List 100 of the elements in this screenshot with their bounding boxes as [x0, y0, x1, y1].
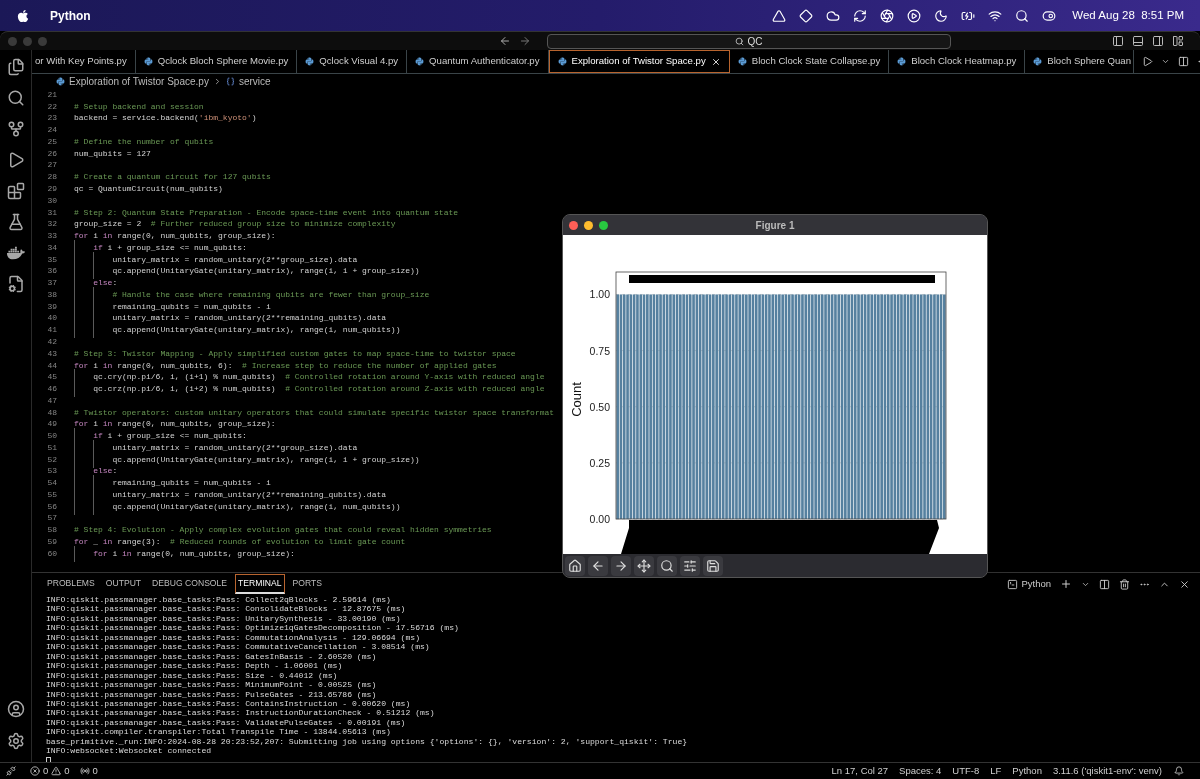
forward-button[interactable]: [611, 555, 631, 576]
editor-tab[interactable]: Quantum Authenticator.py: [407, 50, 549, 73]
line-number: 25: [46, 135, 57, 148]
status-item[interactable]: Ln 17, Col 27: [831, 763, 889, 779]
python-icon: [305, 57, 315, 66]
line-number: 42: [46, 335, 57, 348]
window-minimize-button[interactable]: [584, 220, 593, 230]
editor-tab[interactable]: Qclock Bloch Sphere Movie.py: [135, 50, 298, 73]
editor-tab[interactable]: or With Key Points.py: [32, 50, 136, 73]
toggle-icon[interactable]: [1042, 8, 1057, 23]
refresh-icon[interactable]: [853, 8, 868, 23]
wifi-icon[interactable]: [988, 8, 1003, 23]
plus-icon[interactable]: [1060, 578, 1072, 590]
triangle-icon[interactable]: [772, 8, 787, 23]
line-number: 43: [46, 347, 57, 360]
close-icon[interactable]: [1179, 578, 1190, 590]
editor-tab[interactable]: Bloch Clock Heatmap.py: [889, 50, 1026, 73]
editor-tab[interactable]: Exploration of Twistor Space.py: [548, 50, 730, 73]
line-number: 40: [46, 312, 57, 325]
file-gear-icon[interactable]: [6, 275, 25, 293]
remote-icon[interactable]: [6, 766, 16, 776]
chevron-icon[interactable]: [1161, 57, 1171, 66]
line-number: 46: [46, 383, 57, 396]
files-icon[interactable]: [6, 58, 25, 76]
terminal-line: INFO:qiskit.passmanager.base_tasks:Pass: Depth - 1.06001 (ms): [46, 661, 343, 671]
panel-tab[interactable]: TERMINAL: [235, 574, 285, 594]
code-line: # Step 4: Evolution - Apply complex evolution gates that could reveal hidden symmetries: [74, 524, 492, 537]
close-icon[interactable]: [710, 56, 721, 67]
split-editor-icon[interactable]: [1178, 56, 1190, 67]
clock[interactable]: Wed Aug 28 8:51 PM: [1072, 6, 1184, 25]
trash-icon[interactable]: [1119, 578, 1130, 590]
diamond-icon[interactable]: [799, 8, 814, 23]
breadcrumb-item[interactable]: service: [238, 74, 271, 89]
ports-button[interactable]: 0: [79, 763, 98, 779]
code-line: group_size = 2 # Further reduced group size to minimize complexity: [74, 218, 396, 231]
run-icon[interactable]: [1142, 56, 1154, 67]
line-number: 52: [46, 453, 57, 466]
line-number: 31: [46, 206, 57, 219]
line-number: 58: [46, 524, 57, 537]
code-line: qc.crz(np.pi/6, i, (i+2) % num_qubits) # Controlled rotation around Z-axis with reduced angle: [74, 383, 545, 396]
bell-icon[interactable]: [1174, 766, 1184, 776]
extensions-icon[interactable]: [6, 182, 25, 200]
window-close-button[interactable]: [569, 220, 578, 230]
line-number: 41: [46, 324, 57, 337]
moon-icon[interactable]: [934, 8, 949, 23]
line-number: 56: [46, 500, 57, 513]
terminal-name[interactable]: Python: [1021, 576, 1051, 592]
play-icon[interactable]: [907, 8, 922, 23]
antenna-icon: [79, 766, 90, 776]
aperture-icon[interactable]: [880, 8, 895, 23]
axis-label: Count: [569, 382, 584, 417]
whale-icon[interactable]: [6, 244, 25, 262]
back-button[interactable]: [588, 555, 608, 576]
app-name[interactable]: Python: [50, 6, 91, 25]
python-icon: [56, 77, 65, 86]
flask-icon[interactable]: [6, 213, 25, 231]
problems-button[interactable]: 0 0: [30, 763, 70, 779]
editor-tab[interactable]: Qclock Visual 4.py: [297, 50, 408, 73]
editor-tab[interactable]: Bloch Clock State Collapse.py: [729, 50, 890, 73]
status-item[interactable]: UTF-8: [952, 763, 980, 779]
source-control-icon[interactable]: [6, 120, 25, 138]
code-line: backend = service.backend('ibm_kyoto'): [74, 112, 257, 125]
terminal-line: INFO:qiskit.passmanager.base_tasks:Pass: MinimumPoint - 0.00525 (ms): [46, 680, 377, 690]
terminal-line: INFO:qiskit.passmanager.base_tasks:Pass: ValidatePulseGates - 0.00191 (ms): [46, 717, 406, 728]
apple-icon[interactable]: [16, 8, 30, 23]
sliders-icon: [683, 558, 697, 573]
line-number: 47: [46, 394, 57, 407]
code-line: for i in range(0, num_qubits, group_size):: [74, 418, 276, 431]
move-button[interactable]: [634, 555, 654, 576]
layout-icon: [1172, 35, 1184, 47]
line-number: 37: [46, 277, 57, 290]
search-field[interactable]: QC: [546, 33, 951, 49]
search-icon[interactable]: [1015, 8, 1030, 23]
status-item[interactable]: 3.11.6 ('qiskit1-env': venv): [1052, 763, 1162, 779]
settings-icon[interactable]: [6, 732, 25, 750]
window-zoom-button[interactable]: [599, 220, 608, 230]
panel-bottom-icon: [1132, 35, 1144, 47]
cloud-icon[interactable]: [826, 8, 841, 23]
breadcrumb-item[interactable]: Exploration of Twistor Space.py: [69, 74, 209, 89]
search-icon[interactable]: [6, 89, 25, 107]
save-button[interactable]: [703, 555, 723, 576]
line-number: 57: [46, 512, 57, 525]
panel-tab[interactable]: OUTPUT: [102, 574, 145, 594]
line-number: 27: [46, 159, 57, 172]
status-item[interactable]: LF: [990, 763, 1002, 779]
line-number: 38: [46, 288, 57, 301]
zoom-button[interactable]: [657, 555, 677, 576]
home-button[interactable]: [565, 555, 585, 576]
line-number: 44: [46, 359, 57, 372]
status-item[interactable]: Spaces: 4: [899, 763, 942, 779]
status-item[interactable]: Python: [1012, 763, 1042, 779]
panel-tab[interactable]: DEBUG CONSOLE: [149, 574, 231, 594]
back-icon[interactable]: [498, 35, 511, 47]
split-terminal-icon[interactable]: [1099, 578, 1110, 590]
tick-label: 0.50: [589, 400, 610, 413]
sliders-button[interactable]: [680, 555, 700, 576]
panel-tab[interactable]: PROBLEMS: [44, 574, 98, 594]
code-line: # Setup backend and session: [74, 100, 204, 113]
panel-tab[interactable]: PORTS: [289, 574, 325, 594]
account-icon[interactable]: [6, 700, 25, 718]
